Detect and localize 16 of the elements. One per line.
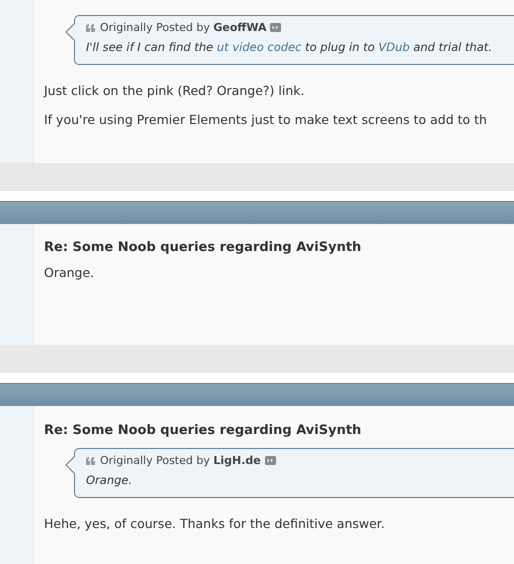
quote-attribution: Originally Posted by LigH.de <box>100 454 261 467</box>
quote-text: Orange. <box>86 473 134 487</box>
post-text: Hehe, yes, of course. Thanks for the definitive answer. <box>44 516 386 532</box>
post-title: Re: Some Noob queries regarding AviSynth <box>44 240 362 255</box>
post-title: Re: Some Noob queries regarding AviSynth <box>44 423 362 438</box>
quote-link[interactable]: VDub <box>378 40 410 54</box>
post-text: If you're using Premier Elements just to make text screens to add to th <box>44 112 488 128</box>
quote-icon <box>86 456 96 464</box>
post-text: Orange. <box>44 265 96 282</box>
quote-icon <box>86 24 96 32</box>
view-post-icon[interactable] <box>270 23 282 32</box>
post-text: Just click on the pink (Red? Orange?) link. <box>44 83 306 100</box>
quote-text: I'll see if I can find the ut video codec to plug in to VDub and trial that. <box>86 40 493 54</box>
quote-link[interactable]: ut video codec <box>216 40 302 54</box>
quote-attribution: Originally Posted by GeoffWA <box>100 21 266 34</box>
view-post-icon[interactable] <box>264 456 276 465</box>
